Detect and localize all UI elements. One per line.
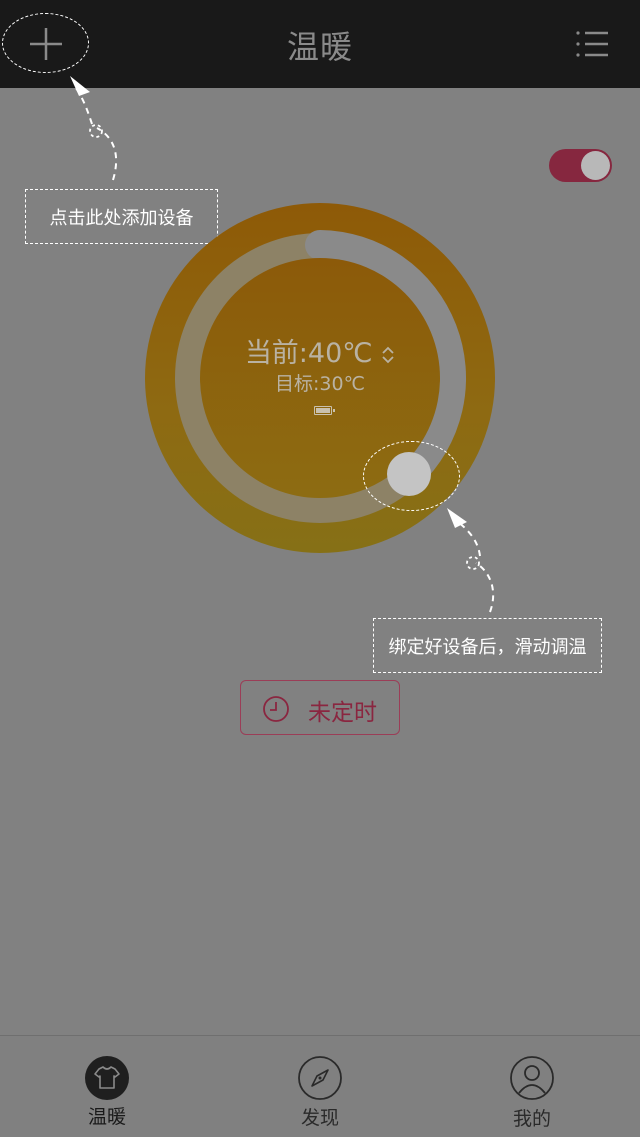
toggle-knob [581,151,610,180]
battery-icon [314,406,335,415]
timer-button[interactable]: 未定时 [240,680,400,735]
user-icon [510,1056,554,1100]
tab-discover[interactable]: 发现 [250,1036,390,1137]
menu-button[interactable] [568,24,616,64]
top-bar: 温暖 [0,0,640,88]
shirt-icon [85,1056,129,1100]
page-title: 温暖 [286,28,353,66]
add-button-highlight [2,13,89,73]
clock-icon [263,696,289,722]
tab-warmth-label: 温暖 [87,1106,126,1128]
bottom-tab-bar: 温暖 发现 我的 [0,1035,640,1137]
current-temperature-label: 当前:40℃ [244,338,373,369]
current-temperature: 当前:40℃ [145,331,495,370]
slide-adjust-tip: 绑定好设备后，滑动调温 [373,618,602,673]
power-toggle[interactable] [549,149,612,182]
updown-chevron-icon[interactable] [381,345,395,365]
tab-mine[interactable]: 我的 [462,1036,602,1137]
target-temperature: 目标:30℃ [275,373,365,395]
compass-icon [298,1056,342,1100]
list-menu-icon [576,31,608,57]
guide-arrows [70,76,495,613]
tab-discover-label: 发现 [300,1107,339,1129]
tab-warmth[interactable]: 温暖 [37,1036,177,1137]
slider-highlight [363,441,460,511]
tab-mine-label: 我的 [512,1108,551,1130]
timer-label: 未定时 [308,700,377,726]
